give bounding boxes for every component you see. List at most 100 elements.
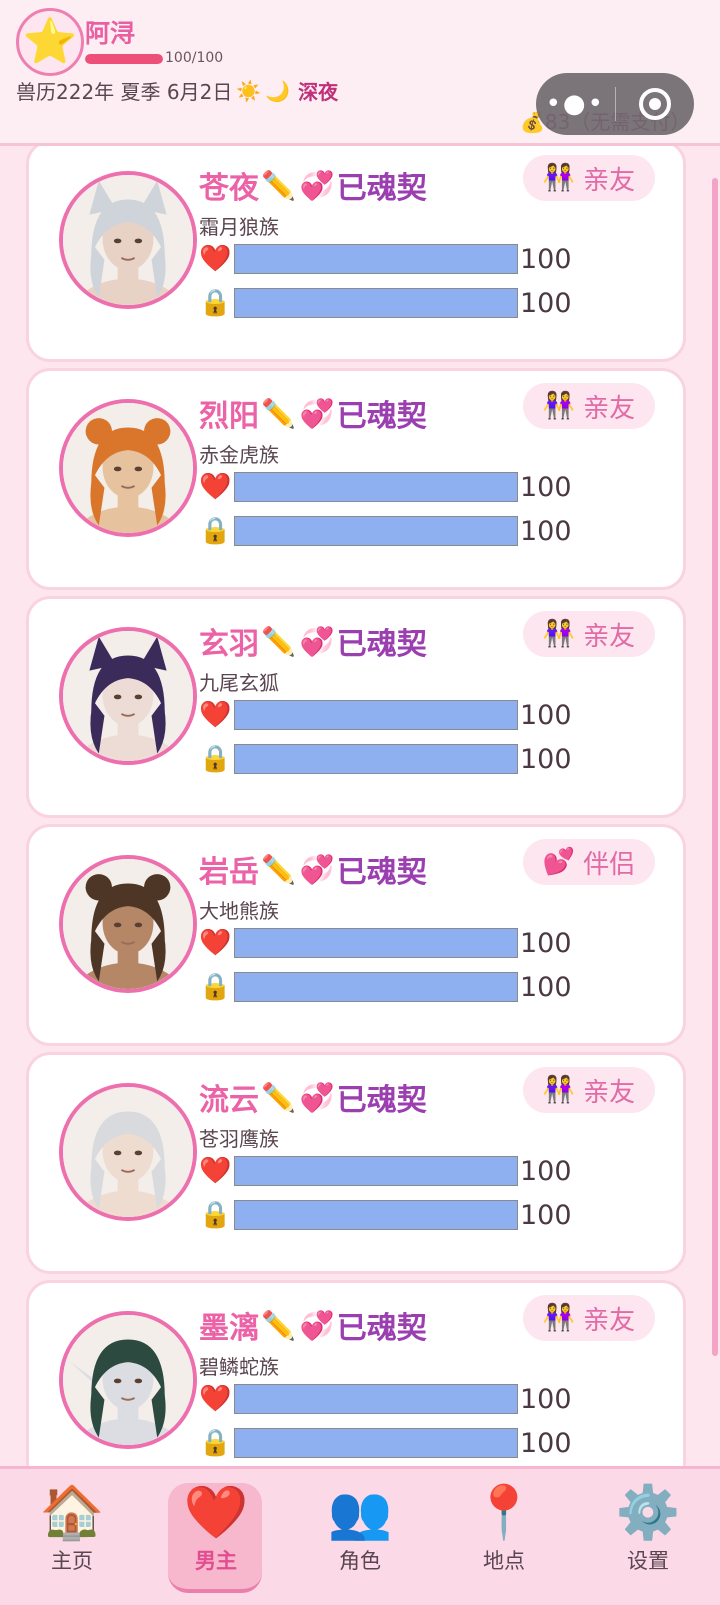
affection-bar <box>234 472 518 502</box>
relationship-icon: 👭 <box>542 1075 576 1105</box>
heart-icon: ❤️ <box>199 472 232 502</box>
trust-row: 🔒 100 <box>199 515 572 547</box>
character-race: 赤金虎族 <box>199 443 279 467</box>
relationship-tag[interactable]: 👭 亲友 <box>523 155 655 201</box>
nav-item-characters[interactable]: 👥 角色 <box>288 1469 432 1605</box>
trust-bar <box>234 1200 518 1230</box>
lock-icon: 🔒 <box>199 1428 232 1458</box>
date-text: 兽历222年 夏季 6月2日 <box>16 80 233 104</box>
nav-item-locations[interactable]: 📍 地点 <box>432 1469 576 1605</box>
character-portrait[interactable] <box>59 1083 197 1221</box>
lock-icon: 🔒 <box>199 972 232 1002</box>
affection-bar <box>234 1156 518 1186</box>
affection-bar-fill <box>235 1157 517 1185</box>
star-icon: ⭐ <box>22 16 78 67</box>
relationship-tag[interactable]: 👭 亲友 <box>523 383 655 429</box>
heart-icon: ❤️ <box>199 700 232 730</box>
more-dots-icon: •●• <box>545 89 605 119</box>
character-list[interactable]: 苍夜 ✏️ 💞 已魂契 👭 亲友 霜月狼族 ❤️ 100 🔒 100 烈阳 ✏️ 💞 已魂契 👭 亲友 赤金虎族 ❤… <box>0 146 720 1466</box>
affection-value: 100 <box>520 243 572 275</box>
affection-value: 100 <box>520 1383 572 1415</box>
relationship-label: 亲友 <box>583 165 636 196</box>
trust-value: 100 <box>520 287 572 319</box>
pencil-icon[interactable]: ✏️ <box>261 1081 296 1114</box>
more-options-button[interactable]: •●• <box>536 73 615 135</box>
trust-value: 100 <box>520 743 572 775</box>
trust-row: 🔒 100 <box>199 743 572 775</box>
player-avatar[interactable]: ⭐ <box>16 8 84 76</box>
relationship-icon: 👭 <box>542 391 576 421</box>
character-card[interactable]: 苍夜 ✏️ 💞 已魂契 👭 亲友 霜月狼族 ❤️ 100 🔒 100 <box>26 146 686 362</box>
hp-bar <box>85 54 163 64</box>
pencil-icon[interactable]: ✏️ <box>261 169 296 202</box>
character-card[interactable]: 流云 ✏️ 💞 已魂契 👭 亲友 苍羽鹰族 ❤️ 100 🔒 100 <box>26 1052 686 1274</box>
character-race: 碧鳞蛇族 <box>199 1355 279 1379</box>
character-title: 玄羽 ✏️ 💞 已魂契 <box>199 619 427 663</box>
gear-icon: ⚙️ <box>615 1483 681 1543</box>
nav-item-home[interactable]: 🏠 主页 <box>0 1469 144 1605</box>
character-card[interactable]: 岩岳 ✏️ 💞 已魂契 💕 伴侣 大地熊族 ❤️ 100 🔒 100 <box>26 824 686 1046</box>
bond-status: 已魂契 <box>336 855 427 890</box>
relationship-label: 伴侣 <box>583 849 636 880</box>
house-icon: 🏠 <box>39 1483 105 1543</box>
heart-icon: ❤️ <box>199 1156 232 1186</box>
pencil-icon[interactable]: ✏️ <box>261 625 296 658</box>
hearts-icon: 💞 <box>299 1308 335 1342</box>
hearts-icon: 💞 <box>299 1080 335 1114</box>
nav-label: 角色 <box>339 1549 381 1573</box>
character-portrait[interactable] <box>59 399 197 537</box>
pencil-icon[interactable]: ✏️ <box>261 853 296 886</box>
close-miniapp-button[interactable] <box>616 73 695 135</box>
trust-bar-fill <box>235 517 517 545</box>
relationship-icon: 👭 <box>542 619 576 649</box>
hp-bar-fill <box>85 54 163 64</box>
pencil-icon[interactable]: ✏️ <box>261 397 296 430</box>
affection-bar-fill <box>235 1385 517 1413</box>
trust-bar <box>234 972 518 1002</box>
relationship-icon: 👭 <box>542 163 576 193</box>
lock-icon: 🔒 <box>199 744 232 774</box>
character-card[interactable]: 烈阳 ✏️ 💞 已魂契 👭 亲友 赤金虎族 ❤️ 100 🔒 100 <box>26 368 686 590</box>
trust-value: 100 <box>520 1427 572 1459</box>
bond-status: 已魂契 <box>336 627 427 662</box>
affection-value: 100 <box>520 699 572 731</box>
character-portrait[interactable] <box>59 171 197 309</box>
character-title: 烈阳 ✏️ 💞 已魂契 <box>199 391 427 435</box>
character-portrait[interactable] <box>59 627 197 765</box>
target-circle-icon <box>638 88 671 120</box>
trust-value: 100 <box>520 1199 572 1231</box>
character-card[interactable]: 墨漓 ✏️ 💞 已魂契 👭 亲友碧鳞蛇族 ❤️ 100 🔒 100 <box>26 1280 686 1466</box>
hearts-icon: 💞 <box>299 624 335 658</box>
relationship-tag[interactable]: 💕 伴侣 <box>523 839 655 885</box>
pin-icon: 📍 <box>471 1483 537 1543</box>
bond-status: 已魂契 <box>336 1311 427 1346</box>
heart-icon: ❤️ <box>199 1384 232 1414</box>
character-card[interactable]: 玄羽 ✏️ 💞 已魂契 👭 亲友 九尾玄狐 ❤️ 100 🔒 100 <box>26 596 686 818</box>
hearts-icon: 💞 <box>299 168 335 202</box>
affection-bar <box>234 700 518 730</box>
character-name: 岩岳 <box>199 855 259 890</box>
relationship-icon: 💕 <box>542 847 576 877</box>
relationship-tag[interactable]: 👭 亲友 <box>523 1295 655 1341</box>
relationship-label: 亲友 <box>583 621 636 652</box>
character-portrait[interactable] <box>59 1311 197 1449</box>
time-of-day: 深夜 <box>298 80 339 104</box>
relationship-label: 亲友 <box>583 393 636 424</box>
heart-icon: ❤️ <box>199 928 232 958</box>
relationship-tag[interactable]: 👭 亲友 <box>523 611 655 657</box>
relationship-tag[interactable]: 👭 亲友 <box>523 1067 655 1113</box>
affection-row: ❤️ 100 <box>199 1155 572 1187</box>
character-title: 墨漓 ✏️ 💞 已魂契 <box>199 1303 427 1347</box>
affection-bar-fill <box>235 701 517 729</box>
miniapp-capsule: •●• <box>536 73 694 135</box>
character-portrait[interactable] <box>59 855 197 993</box>
scrollbar[interactable] <box>712 178 718 1356</box>
pencil-icon[interactable]: ✏️ <box>261 1309 296 1342</box>
trust-bar-fill <box>235 289 517 317</box>
character-title: 岩岳 ✏️ 💞 已魂契 <box>199 847 427 891</box>
hearts-icon: 💞 <box>299 852 335 886</box>
bond-status: 已魂契 <box>336 171 427 206</box>
bottom-nav: 🏠 主页 ❤️ 男主 👥 角色 📍 地点 ⚙️ 设置 <box>0 1466 720 1605</box>
nav-item-male-leads[interactable]: ❤️ 男主 <box>144 1469 288 1605</box>
nav-item-settings[interactable]: ⚙️ 设置 <box>576 1469 720 1605</box>
